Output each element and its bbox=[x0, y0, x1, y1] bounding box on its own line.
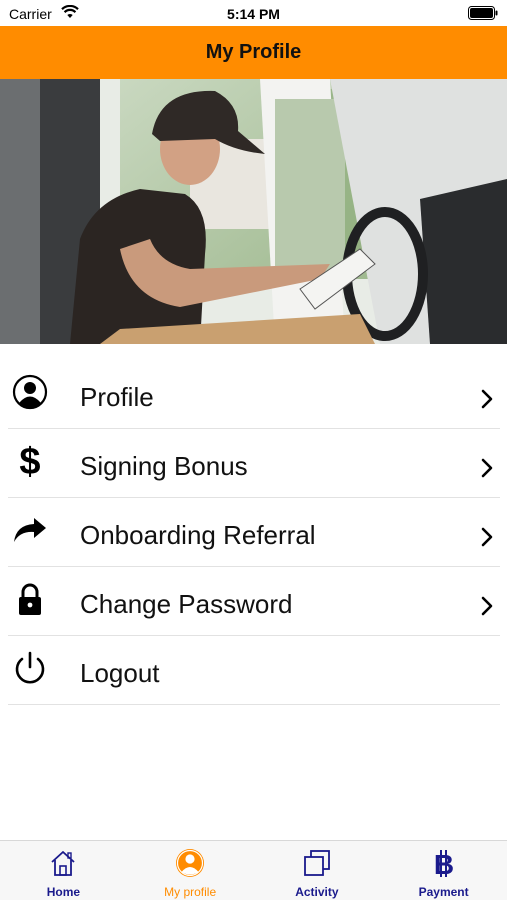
chevron-right-icon bbox=[481, 389, 493, 409]
menu-item-label: Profile bbox=[80, 382, 154, 412]
menu-item-label: Change Password bbox=[80, 589, 293, 619]
power-icon bbox=[15, 651, 45, 684]
user-circle-icon bbox=[12, 374, 48, 410]
battery-icon bbox=[468, 6, 498, 20]
nav-bar: My Profile bbox=[0, 26, 507, 79]
tab-label: Activity bbox=[295, 885, 339, 899]
tab-label: Payment bbox=[418, 885, 469, 899]
menu-item-profile[interactable]: Profile bbox=[8, 360, 500, 429]
menu-item-onboarding-referral[interactable]: Onboarding Referral bbox=[8, 498, 500, 567]
svg-text:B: B bbox=[434, 849, 454, 878]
chevron-right-icon bbox=[481, 527, 493, 547]
clock: 5:14 PM bbox=[227, 6, 280, 22]
menu-item-label: Signing Bonus bbox=[80, 451, 248, 481]
tab-payment[interactable]: B Payment bbox=[380, 841, 507, 900]
status-bar: Carrier 5:14 PM bbox=[0, 0, 507, 26]
share-arrow-icon bbox=[14, 518, 46, 542]
bitcoin-icon: B bbox=[434, 849, 454, 878]
profile-icon bbox=[176, 849, 205, 877]
lock-icon bbox=[19, 583, 41, 615]
menu-item-label: Onboarding Referral bbox=[80, 520, 316, 550]
delivery-driver-photo bbox=[0, 79, 507, 344]
home-icon bbox=[51, 851, 75, 876]
dollar-icon: $ bbox=[19, 443, 40, 479]
tab-label: Home bbox=[46, 885, 81, 899]
menu-item-logout[interactable]: Logout bbox=[8, 636, 500, 705]
tab-activity[interactable]: Activity bbox=[254, 841, 381, 900]
svg-text:$: $ bbox=[19, 443, 40, 479]
tab-bar: Home My profile Activity B Payment bbox=[0, 840, 507, 900]
tab-label: My profile bbox=[164, 885, 217, 899]
menu-item-change-password[interactable]: Change Password bbox=[8, 567, 500, 636]
chevron-right-icon bbox=[481, 596, 493, 616]
tab-home[interactable]: Home bbox=[0, 841, 127, 900]
hero-image bbox=[0, 79, 507, 344]
menu-item-label: Logout bbox=[80, 658, 160, 688]
tab-my-profile[interactable]: My profile bbox=[127, 841, 254, 900]
menu-item-signing-bonus[interactable]: $ Signing Bonus bbox=[8, 429, 500, 498]
chevron-right-icon bbox=[481, 458, 493, 478]
activity-icon bbox=[303, 850, 330, 876]
profile-menu: Profile $ Signing Bonus Onboarding Refer… bbox=[0, 360, 507, 705]
page-title: My Profile bbox=[205, 41, 302, 63]
